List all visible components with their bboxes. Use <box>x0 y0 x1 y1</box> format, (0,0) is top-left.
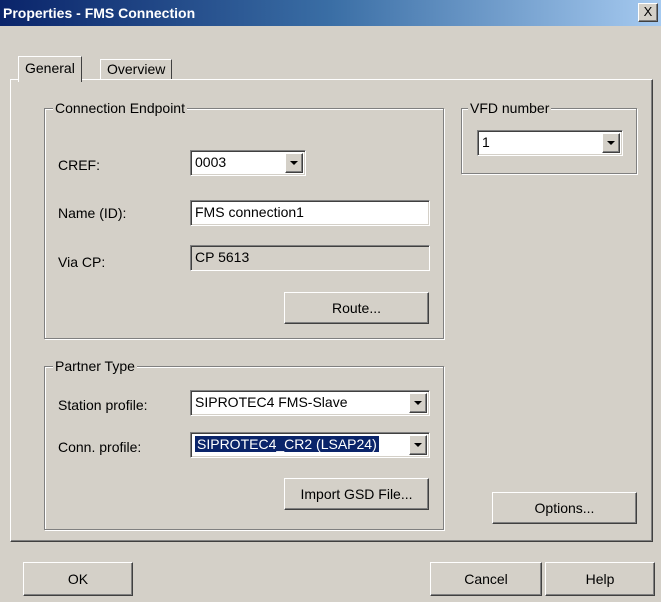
help-button[interactable]: Help <box>545 562 655 596</box>
route-button-label: Route... <box>331 300 382 316</box>
conn-profile-label: Conn. profile: <box>58 439 142 455</box>
name-input[interactable]: FMS connection1 <box>190 200 430 226</box>
chevron-down-icon[interactable] <box>409 435 427 455</box>
vfd-number-value: 1 <box>482 134 490 150</box>
import-gsd-file-button[interactable]: Import GSD File... <box>284 478 429 510</box>
tab-overview-label: Overview <box>107 61 166 77</box>
station-profile-value: SIPROTEC4 FMS-Slave <box>195 394 348 410</box>
cref-dropdown[interactable]: 0003 <box>190 150 306 176</box>
cref-value: 0003 <box>195 154 227 170</box>
cancel-button-label: Cancel <box>464 571 508 587</box>
via-cp-label: Via CP: <box>58 254 106 270</box>
conn-profile-value: SIPROTEC4_CR2 (LSAP24) <box>194 435 380 453</box>
conn-profile-dropdown[interactable]: SIPROTEC4_CR2 (LSAP24) <box>190 432 430 458</box>
via-cp-field: CP 5613 <box>190 245 430 271</box>
via-cp-value: CP 5613 <box>195 249 250 265</box>
route-button[interactable]: Route... <box>284 292 429 324</box>
tab-overview[interactable]: Overview <box>100 59 173 80</box>
ok-button[interactable]: OK <box>23 562 133 596</box>
cancel-button[interactable]: Cancel <box>430 562 542 596</box>
vfd-number-dropdown[interactable]: 1 <box>477 130 623 156</box>
ok-button-label: OK <box>67 571 89 587</box>
title-bar: Properties - FMS Connection X <box>0 0 661 26</box>
tab-general-label: General <box>25 60 75 76</box>
name-label: Name (ID): <box>58 205 127 221</box>
chevron-down-icon[interactable] <box>409 393 427 413</box>
chevron-down-icon[interactable] <box>285 153 303 173</box>
options-button[interactable]: Options... <box>492 492 637 524</box>
vfd-number-legend: VFD number <box>468 100 552 116</box>
chevron-down-icon[interactable] <box>602 133 620 153</box>
cref-label: CREF: <box>58 157 100 173</box>
options-button-label: Options... <box>534 500 595 516</box>
station-profile-label: Station profile: <box>58 397 148 413</box>
window-title: Properties - FMS Connection <box>3 5 196 21</box>
station-profile-dropdown[interactable]: SIPROTEC4 FMS-Slave <box>190 390 430 416</box>
connection-endpoint-legend: Connection Endpoint <box>53 100 187 116</box>
tab-general[interactable]: General <box>18 56 82 82</box>
name-value: FMS connection1 <box>195 204 304 220</box>
close-button[interactable]: X <box>638 3 658 22</box>
partner-type-legend: Partner Type <box>53 358 137 374</box>
close-icon: X <box>643 4 653 19</box>
help-button-label: Help <box>585 571 615 587</box>
import-gsd-file-button-label: Import GSD File... <box>300 486 413 502</box>
